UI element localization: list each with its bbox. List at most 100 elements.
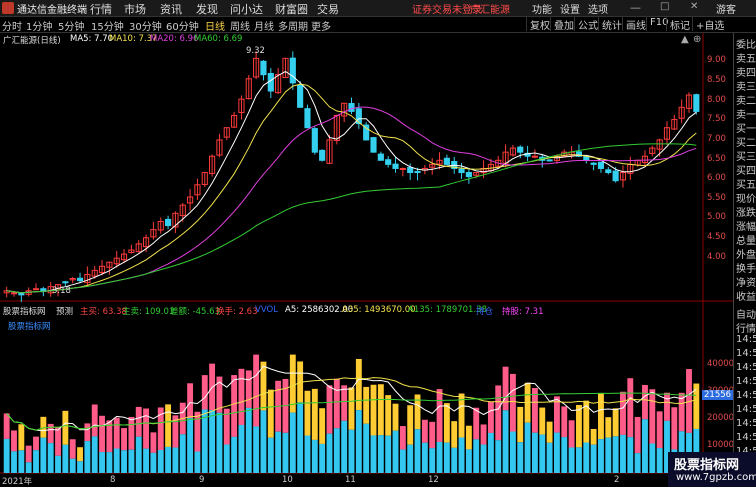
watermark-title: 股票指标网 xyxy=(674,458,740,473)
menu-ask[interactable]: 问小达 xyxy=(230,1,263,17)
side-panel-time: 自动 xyxy=(736,310,756,321)
volume-bar-top xyxy=(451,421,458,448)
volume-bar-bottom xyxy=(143,448,150,473)
period-tab[interactable]: 30分钟 xyxy=(129,18,162,33)
user-label[interactable]: 游客 xyxy=(716,1,736,16)
volume-bar-bottom xyxy=(620,434,626,473)
overlay-button[interactable]: 叠加 xyxy=(550,17,574,32)
collapse-icon[interactable]: ▲ xyxy=(681,34,689,45)
volume-bar-top xyxy=(627,378,634,438)
volume-bar-top xyxy=(99,415,105,453)
x-tick: 2021年 xyxy=(2,477,33,487)
volume-bar-bottom xyxy=(99,452,105,473)
side-panel-item: 委比 xyxy=(736,40,756,51)
mark-button[interactable]: 标记 xyxy=(666,17,690,32)
volume-bar-top xyxy=(311,388,318,440)
period-tab[interactable]: 分时 xyxy=(2,18,22,33)
volume-bar-top xyxy=(194,411,201,452)
volume-bar-bottom xyxy=(84,441,91,473)
kline-chart[interactable] xyxy=(0,33,756,487)
volume-bar-bottom xyxy=(649,443,656,473)
volume-bar-top xyxy=(33,436,39,451)
volume-bar-top xyxy=(576,404,582,448)
volume-bar-bottom xyxy=(289,412,296,473)
x-tick: 12 xyxy=(428,475,439,485)
indicator-value: 持仓 xyxy=(476,307,494,317)
volume-bar-bottom xyxy=(524,422,531,473)
volume-tick: 20000 xyxy=(707,413,735,423)
indicator-name[interactable]: 股票指标网 xyxy=(3,305,46,317)
volume-bar-bottom xyxy=(333,428,340,473)
volume-bar-top xyxy=(473,407,480,440)
volume-bar-top xyxy=(238,368,245,425)
period-tab[interactable]: 15分钟 xyxy=(91,18,124,33)
candles xyxy=(3,51,700,303)
volume-bars xyxy=(3,354,700,473)
menu-news[interactable]: 资讯 xyxy=(160,1,182,17)
candle-body xyxy=(76,277,84,282)
formula-button[interactable]: 公式 xyxy=(574,17,598,32)
ma10-line xyxy=(6,83,697,294)
menu-trade[interactable]: 交易 xyxy=(317,1,339,17)
volume-bar-top xyxy=(517,406,524,443)
volume-bar-top xyxy=(18,424,25,451)
price-tick: 6.00 xyxy=(707,173,726,183)
volume-bar-bottom xyxy=(370,435,377,473)
price-tick: 4.50 xyxy=(707,232,726,242)
candle-body xyxy=(465,172,472,178)
volume-bar-bottom xyxy=(546,442,553,473)
x-tick: 11 xyxy=(345,475,356,485)
app-title: 通达信金融终端 xyxy=(17,5,87,16)
period-tab[interactable]: 多周期 xyxy=(278,18,308,33)
volume-bar-bottom xyxy=(392,430,399,473)
menu-function[interactable]: 功能 xyxy=(532,1,552,16)
volume-bar-top xyxy=(568,420,575,448)
minimize-icon[interactable]: — xyxy=(630,1,641,14)
menu-wealth[interactable]: 财富圈 xyxy=(275,1,308,17)
volume-bar-bottom xyxy=(260,410,267,473)
period-tab[interactable]: 周线 xyxy=(230,18,250,33)
indicator-value: 持股: 7.31 xyxy=(502,307,544,317)
volume-bar-bottom xyxy=(502,410,509,473)
period-tab[interactable]: 月线 xyxy=(254,18,274,33)
candle-body xyxy=(612,170,619,182)
draw-button[interactable]: 画线 xyxy=(622,17,646,32)
maximize-icon[interactable]: □ xyxy=(660,1,669,12)
close-icon[interactable]: ✕ xyxy=(690,1,698,12)
menu-options[interactable]: 选项 xyxy=(588,1,608,16)
settings-icon[interactable]: ⊕ xyxy=(693,34,701,45)
stats-button[interactable]: 统计 xyxy=(598,17,622,32)
candle-body xyxy=(399,167,406,170)
candle-body xyxy=(517,146,524,153)
period-tab[interactable]: 5分钟 xyxy=(58,18,84,33)
candle-body xyxy=(458,168,465,174)
menu-discover[interactable]: 发现 xyxy=(196,1,218,17)
price-tick: 5.50 xyxy=(707,193,726,203)
volume-bar-bottom xyxy=(135,436,142,473)
period-tab[interactable]: 1分钟 xyxy=(26,18,52,33)
watermark-url: www.7gpzb.com xyxy=(676,472,756,483)
menu-quotes[interactable]: 行情 xyxy=(90,1,112,17)
indicator-mode[interactable]: 预测 xyxy=(56,305,73,317)
side-panel-item: 涨幅 xyxy=(736,222,756,233)
volume-bar-top xyxy=(128,416,135,450)
volume-bar-bottom xyxy=(598,439,604,473)
add-watchlist-button[interactable]: +自选 xyxy=(692,17,724,32)
volume-bar-bottom xyxy=(385,435,392,473)
volume-bar-top xyxy=(348,387,355,430)
stock-label: 广汇能源(日线) xyxy=(3,36,61,46)
adjust-button[interactable]: 复权 xyxy=(526,17,550,32)
volume-bar-bottom xyxy=(238,424,245,473)
more-tab[interactable]: 更多 xyxy=(311,18,331,33)
volume-bar-top xyxy=(392,403,399,431)
title-bar: 通达信金融终端 行情 市场 资讯 发现 问小达 财富圈 交易 证券交易未登录 广… xyxy=(0,0,756,17)
ma5-label: MA5: 7.70 xyxy=(70,34,114,44)
period-tab[interactable]: 60分钟 xyxy=(166,18,199,33)
menu-settings[interactable]: 设置 xyxy=(560,1,580,16)
volume-bar-top xyxy=(399,426,406,450)
volume-bar-top xyxy=(69,439,76,459)
volume-bar-top xyxy=(465,425,472,450)
period-tab-active[interactable]: 日线 xyxy=(205,18,225,33)
volume-bar-top xyxy=(113,417,120,449)
menu-market[interactable]: 市场 xyxy=(124,1,146,17)
